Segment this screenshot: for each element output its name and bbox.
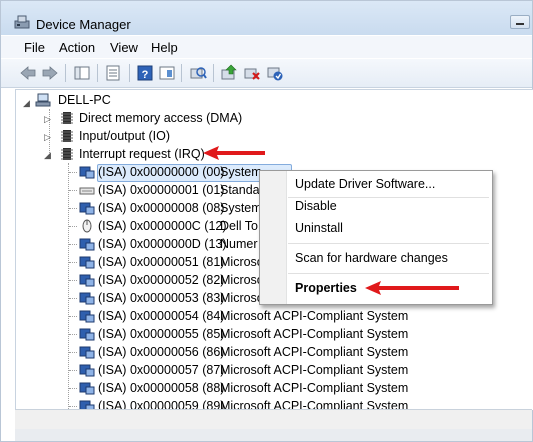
properties-icon[interactable]	[104, 64, 122, 82]
irq-item-device-name[interactable]: Dell To	[220, 217, 258, 235]
irq-item-device-name[interactable]: Microso	[220, 253, 264, 271]
show-pane-icon[interactable]	[158, 64, 176, 82]
irq-item-id[interactable]: (ISA) 0x00000054 (84)	[98, 307, 224, 325]
menu-item-disable[interactable]: Disable	[295, 199, 337, 213]
tree-category-io[interactable]: Input/output (IO)	[79, 127, 170, 145]
scan-hardware-icon[interactable]	[189, 64, 207, 82]
back-icon[interactable]	[19, 64, 37, 82]
forward-icon[interactable]	[41, 64, 59, 82]
irq-item-id[interactable]: (ISA) 0x00000056 (86)	[98, 343, 224, 361]
tree-guide-line	[69, 298, 77, 299]
irq-item-id[interactable]: (ISA) 0x00000053 (83)	[98, 289, 224, 307]
irq-item-id[interactable]: (ISA) 0x0000000C (12)	[98, 217, 227, 235]
chip-icon	[61, 130, 73, 142]
collapse-irq-icon[interactable]: ◢	[44, 150, 51, 161]
tree-guide-line	[68, 163, 69, 409]
irq-item-id[interactable]: (ISA) 0x00000008 (08)	[98, 199, 224, 217]
irq-item-device-name[interactable]: Microso	[220, 289, 264, 307]
irq-item-device-name[interactable]: Microsoft ACPI-Compliant System	[220, 325, 408, 343]
menu-separator	[288, 243, 489, 244]
system-device-icon	[79, 255, 95, 269]
irq-item-device-name[interactable]: Microsoft ACPI-Compliant System	[220, 343, 408, 361]
status-bar	[15, 409, 532, 430]
title-bar[interactable]: Device Manager	[1, 1, 532, 35]
system-device-icon	[79, 237, 95, 251]
system-device-icon	[79, 309, 95, 323]
menu-item-update-driver[interactable]: Update Driver Software...	[295, 177, 435, 191]
irq-item-id[interactable]: (ISA) 0x00000001 (01)	[98, 181, 224, 199]
expand-root-icon[interactable]: ◢	[23, 98, 30, 109]
tree-guide-line	[69, 406, 77, 407]
tree-guide-line	[69, 352, 77, 353]
device-manager-window: Device Manager File Action View Help ? ◢…	[0, 0, 533, 442]
annotation-arrow-icon	[203, 146, 265, 160]
minimize-button[interactable]	[510, 15, 530, 29]
expand-io-icon[interactable]: ▷	[44, 132, 51, 143]
tree-guide-line	[69, 244, 77, 245]
computer-icon	[35, 93, 51, 107]
menu-help[interactable]: Help	[151, 40, 178, 55]
irq-item-device-name[interactable]: Microsoft ACPI-Compliant System	[220, 361, 408, 379]
system-device-icon	[79, 363, 95, 377]
svg-text:?: ?	[142, 69, 149, 81]
system-device-icon	[79, 381, 95, 395]
irq-item-id[interactable]: (ISA) 0x00000057 (87)	[98, 361, 224, 379]
irq-item-device-name[interactable]: Microsoft ACPI-Compliant System	[220, 379, 408, 397]
expand-dma-icon[interactable]: ▷	[44, 114, 51, 125]
menu-separator	[288, 273, 489, 274]
irq-item-device-name[interactable]: Numer	[220, 235, 258, 253]
irq-item-device-name[interactable]: Microsoft ACPI-Compliant System	[220, 307, 408, 325]
irq-item-device-name[interactable]: Microso	[220, 271, 264, 289]
menu-separator	[288, 197, 489, 198]
window-title: Device Manager	[36, 17, 131, 32]
menu-item-uninstall[interactable]: Uninstall	[295, 221, 343, 235]
system-device-icon	[79, 291, 95, 305]
help-icon[interactable]: ?	[136, 64, 154, 82]
irq-item-id[interactable]: (ISA) 0x00000052 (82)	[98, 271, 224, 289]
horizontal-scrollbar[interactable]	[15, 429, 532, 441]
chip-icon	[61, 112, 73, 124]
menu-action[interactable]: Action	[59, 40, 95, 55]
tree-category-irq[interactable]: Interrupt request (IRQ)	[79, 145, 205, 163]
annotation-arrow-icon	[365, 281, 459, 295]
system-device-icon	[79, 273, 95, 287]
system-device-icon	[79, 165, 95, 179]
tree-guide-line	[69, 226, 77, 227]
enable-icon[interactable]	[266, 64, 284, 82]
system-device-icon	[79, 327, 95, 341]
irq-item-id[interactable]: (ISA) 0x00000000 (00)	[98, 163, 224, 181]
menu-item-scan-hardware[interactable]: Scan for hardware changes	[295, 251, 448, 265]
tree-category-dma[interactable]: Direct memory access (DMA)	[79, 109, 242, 127]
menu-view[interactable]: View	[110, 40, 138, 55]
show-hide-tree-icon[interactable]	[73, 64, 91, 82]
irq-item-device-name[interactable]: System	[220, 199, 262, 217]
tree-guide-line	[69, 172, 77, 173]
uninstall-icon[interactable]	[243, 64, 261, 82]
device-manager-icon	[14, 15, 30, 29]
irq-item-id[interactable]: (ISA) 0x00000058 (88)	[98, 379, 224, 397]
tree-guide-line	[69, 388, 77, 389]
irq-item-device-name[interactable]: System	[220, 163, 262, 181]
irq-item-id[interactable]: (ISA) 0x0000000D (13)	[98, 235, 227, 253]
menu-item-properties[interactable]: Properties	[295, 281, 357, 295]
tree-guide-line	[69, 370, 77, 371]
tree-guide-line	[69, 190, 77, 191]
system-device-icon	[79, 345, 95, 359]
system-device-icon	[79, 201, 95, 215]
mouse-icon	[79, 219, 95, 233]
irq-item-device-name[interactable]: Standar	[220, 181, 264, 199]
tree-guide-line	[69, 208, 77, 209]
update-driver-icon[interactable]	[220, 64, 238, 82]
tree-guide-line	[69, 262, 77, 263]
tree-guide-line	[69, 334, 77, 335]
menu-file[interactable]: File	[24, 40, 45, 55]
tree-guide-line	[69, 316, 77, 317]
irq-item-id[interactable]: (ISA) 0x00000055 (85)	[98, 325, 224, 343]
irq-item-id[interactable]: (ISA) 0x00000051 (81)	[98, 253, 224, 271]
chip-icon	[61, 148, 73, 160]
tree-guide-line	[69, 280, 77, 281]
keyboard-icon	[79, 183, 95, 197]
tree-root-dell-pc[interactable]: DELL-PC	[58, 91, 111, 109]
context-menu-gutter	[260, 171, 287, 304]
